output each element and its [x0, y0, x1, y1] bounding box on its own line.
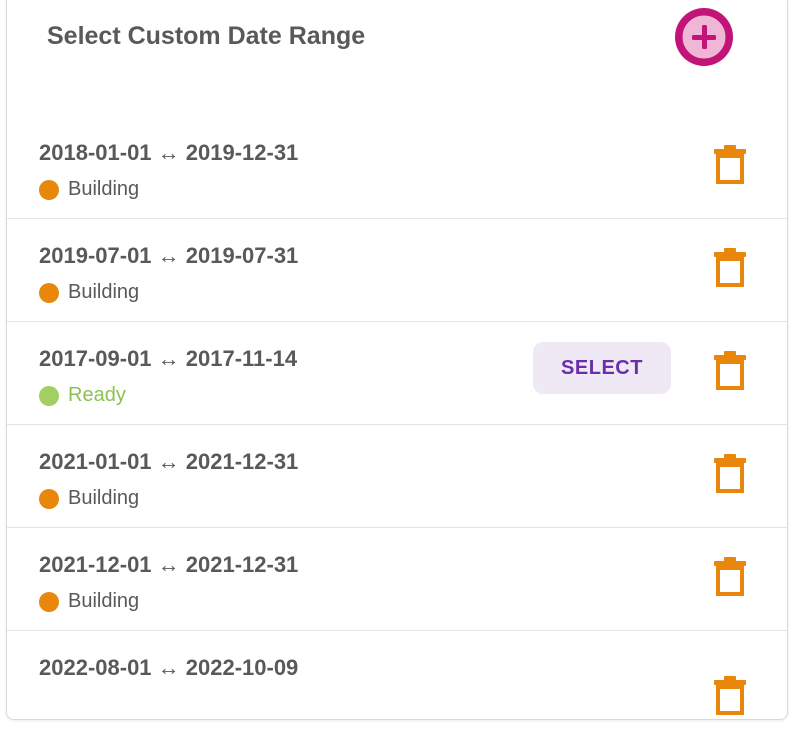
status-text: Building	[68, 178, 140, 200]
trash-icon[interactable]	[713, 675, 747, 715]
status-text: Building	[68, 281, 140, 303]
date-range-panel: Select Custom Date Range 2018-01-01 ↔ 20…	[6, 0, 788, 720]
date-range-label: 2022-08-01 ↔ 2022-10-09	[39, 655, 299, 680]
date-range-label: 2019-07-01 ↔ 2019-07-31	[39, 243, 299, 268]
status-dot-icon	[39, 591, 59, 612]
status-text: Building	[68, 590, 140, 612]
list-item: 2021-01-01 ↔ 2021-12-31 Building	[7, 425, 787, 528]
status-dot-icon	[39, 385, 59, 406]
date-range-label: 2018-01-01 ↔ 2019-12-31	[39, 140, 299, 165]
date-range-label: 2017-09-01 ↔ 2017-11-14	[39, 346, 298, 371]
list-item: 2018-01-01 ↔ 2019-12-31 Building	[7, 116, 787, 219]
date-range-label: 2021-01-01 ↔ 2021-12-31	[39, 449, 299, 474]
list-item: 2022-08-01 ↔ 2022-10-09	[7, 631, 787, 719]
add-date-range-button[interactable]	[675, 8, 733, 66]
trash-icon[interactable]	[713, 556, 747, 596]
status-badge: Building	[39, 281, 139, 304]
status-text: Building	[68, 487, 140, 509]
status-text: Ready	[68, 384, 126, 406]
status-dot-icon	[39, 488, 59, 509]
trash-icon[interactable]	[713, 144, 747, 184]
select-button[interactable]: SELECT	[533, 342, 671, 394]
date-range-label: 2021-12-01 ↔ 2021-12-31	[39, 552, 299, 577]
trash-icon[interactable]	[713, 453, 747, 493]
date-range-list: 2018-01-01 ↔ 2019-12-31 Building 2019-07…	[7, 116, 787, 719]
page-title: Select Custom Date Range	[47, 22, 366, 50]
list-item: 2017-09-01 ↔ 2017-11-14 Ready SELECT	[7, 322, 787, 425]
status-dot-icon	[39, 282, 59, 303]
trash-icon[interactable]	[713, 350, 747, 390]
plus-circle-icon	[677, 10, 731, 64]
list-item: 2019-07-01 ↔ 2019-07-31 Building	[7, 219, 787, 322]
status-badge: Building	[39, 487, 139, 510]
status-badge: Building	[39, 178, 139, 201]
status-badge: Ready	[39, 384, 126, 407]
list-item: 2021-12-01 ↔ 2021-12-31 Building	[7, 528, 787, 631]
status-dot-icon	[39, 179, 59, 200]
trash-icon[interactable]	[713, 247, 747, 287]
status-badge: Building	[39, 590, 139, 613]
